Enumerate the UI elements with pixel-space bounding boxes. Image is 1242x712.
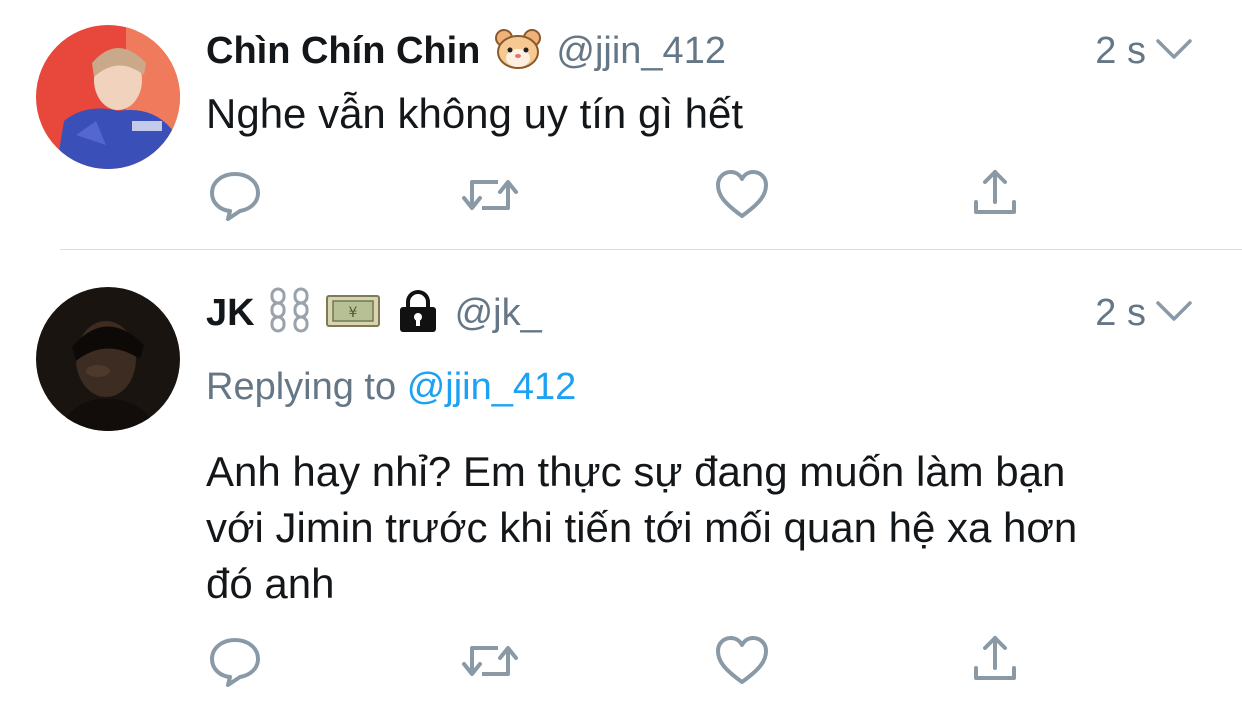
like-icon[interactable] [712,166,772,229]
replying-prefix: Replying to [206,366,397,408]
yen-banknote-icon: ¥ [325,292,381,335]
timestamp: 2 s [1095,29,1146,72]
lock-icon [395,288,441,339]
tweet-actions [206,166,1036,226]
replying-to: Replying to @jjin_412 [206,366,576,409]
tweet-text-line: với Jimin trước khi tiến tới mối quan hệ… [206,504,1078,551]
avatar[interactable] [36,25,180,169]
tweet-text: Anh hay nhỉ? Em thực sự đang muốn làm bạ… [206,444,1206,612]
reply-icon[interactable] [206,632,264,695]
hamster-face-icon [494,28,542,75]
like-icon[interactable] [712,632,772,695]
share-icon[interactable] [970,632,1020,695]
tweet-1[interactable]: Chìn Chín Chin @jjin_412 2 s Nghe vẫn kh… [0,0,1242,249]
tweet-2[interactable]: JK ¥ @jk_ 2 s Replying to @jjin_412 Anh … [0,250,1242,712]
tweet-meta: 2 s [1095,28,1194,74]
tweet-text-line: Anh hay nhỉ? Em thực sự đang muốn làm bạ… [206,448,1066,495]
reply-icon[interactable] [206,166,264,229]
avatar[interactable] [36,287,180,431]
retweet-icon[interactable] [458,166,522,229]
svg-text:¥: ¥ [348,305,357,321]
reply-mention-link[interactable]: @jjin_412 [407,366,577,408]
tweet-header: JK ¥ @jk_ [206,287,542,339]
timestamp: 2 s [1095,291,1146,334]
tweet-actions [206,632,1036,692]
display-name[interactable]: JK [206,292,255,335]
tweet-meta: 2 s [1095,290,1194,336]
chains-icon [269,287,311,340]
tweet-header: Chìn Chín Chin @jjin_412 [206,28,726,74]
display-name[interactable]: Chìn Chín Chin [206,30,480,73]
tweet-text: Nghe vẫn không uy tín gì hết [206,90,744,137]
share-icon[interactable] [970,166,1020,229]
tweet-text-line: đó anh [206,560,335,607]
user-handle[interactable]: @jjin_412 [556,30,726,73]
chevron-down-icon[interactable] [1154,37,1194,66]
user-handle[interactable]: @jk_ [455,292,542,335]
retweet-icon[interactable] [458,632,522,695]
chevron-down-icon[interactable] [1154,299,1194,328]
